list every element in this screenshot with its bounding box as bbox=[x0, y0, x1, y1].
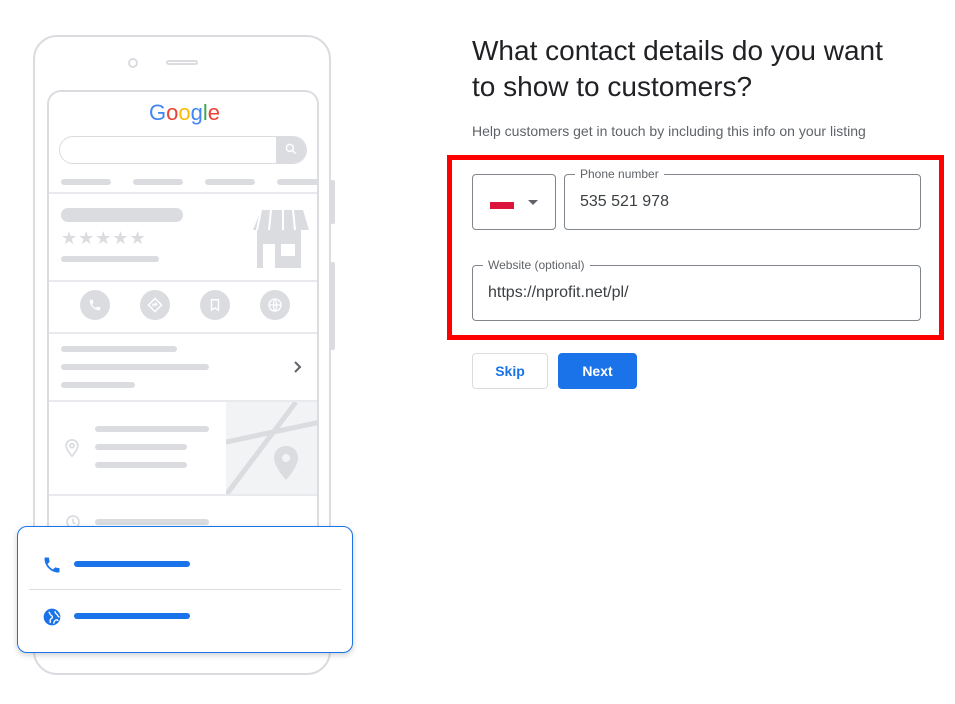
directions-icon bbox=[140, 290, 170, 320]
contact-preview-card bbox=[17, 526, 353, 653]
phone-placeholder-line bbox=[74, 561, 190, 567]
storefront-icon bbox=[253, 209, 309, 268]
page-title: What contact details do you want to show… bbox=[472, 35, 883, 102]
mock-text-line bbox=[95, 426, 209, 432]
phone-side-button bbox=[331, 262, 335, 350]
dropdown-arrow-icon bbox=[528, 199, 538, 205]
phone-number-field[interactable]: Phone number bbox=[564, 167, 921, 230]
poland-flag-icon bbox=[490, 195, 514, 209]
website-field[interactable]: Website (optional) bbox=[472, 258, 921, 321]
divider bbox=[49, 332, 317, 334]
page-subtitle: Help customers get in touch by including… bbox=[472, 123, 866, 139]
logo-letter: e bbox=[207, 100, 221, 125]
mock-tab bbox=[205, 179, 255, 185]
search-icon bbox=[285, 143, 297, 155]
phone-side-button bbox=[331, 180, 335, 224]
mock-text-line bbox=[95, 519, 209, 525]
logo-letter: o bbox=[178, 100, 191, 125]
phone-number-input[interactable] bbox=[580, 175, 905, 229]
phone-icon bbox=[80, 290, 110, 320]
next-button[interactable]: Next bbox=[558, 353, 637, 389]
divider bbox=[29, 589, 341, 590]
mock-search-bar bbox=[59, 136, 307, 164]
mock-text-line bbox=[61, 364, 209, 370]
google-logo: Google bbox=[149, 100, 220, 126]
chevron-right-icon bbox=[294, 361, 302, 373]
skip-button[interactable]: Skip bbox=[472, 353, 548, 389]
phone-speaker bbox=[166, 60, 198, 65]
mock-text-line bbox=[61, 346, 177, 352]
mock-text-line bbox=[95, 444, 187, 450]
logo-letter: g bbox=[190, 100, 203, 125]
mock-business-name bbox=[61, 208, 183, 222]
mock-text-line bbox=[95, 462, 187, 468]
bookmark-icon bbox=[200, 290, 230, 320]
divider bbox=[49, 192, 317, 194]
logo-letter: o bbox=[166, 100, 179, 125]
mock-tab bbox=[133, 179, 183, 185]
location-pin-icon bbox=[65, 438, 79, 458]
divider bbox=[49, 494, 317, 496]
mock-text-line bbox=[61, 256, 159, 262]
rating-stars: ★★★★★ bbox=[61, 228, 147, 249]
globe-icon bbox=[43, 608, 61, 626]
mock-search-button bbox=[276, 137, 306, 163]
phone-icon bbox=[44, 557, 60, 573]
mini-map bbox=[226, 402, 317, 495]
divider bbox=[49, 280, 317, 282]
website-placeholder-line bbox=[74, 613, 190, 619]
mock-text-line bbox=[61, 382, 135, 388]
country-code-select[interactable] bbox=[472, 174, 556, 230]
mock-tab bbox=[61, 179, 111, 185]
website-input[interactable] bbox=[488, 266, 905, 320]
mock-tab bbox=[277, 179, 317, 185]
phone-camera bbox=[128, 58, 138, 68]
logo-letter: G bbox=[149, 100, 167, 125]
phone-screen: Google ★★★★★ bbox=[47, 90, 319, 560]
globe-icon bbox=[260, 290, 290, 320]
